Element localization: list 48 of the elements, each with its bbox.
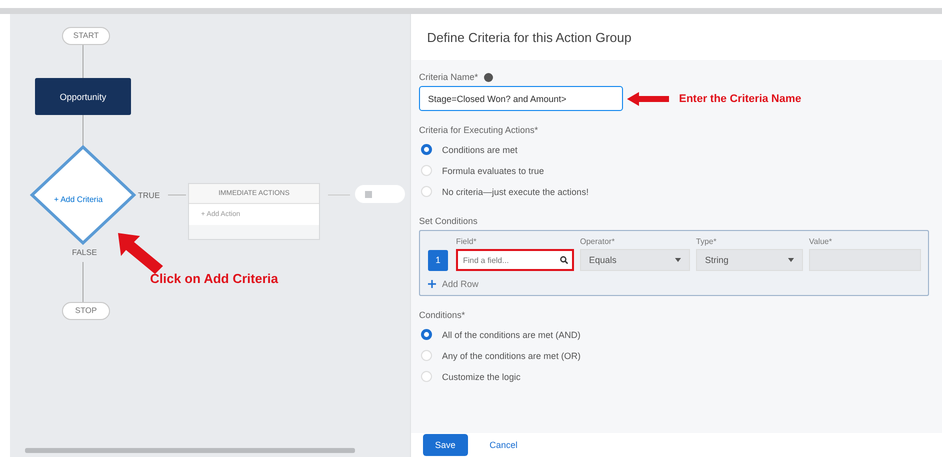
search-icon (560, 256, 568, 264)
annotation-arrow (627, 92, 669, 106)
radio-option[interactable]: Customize the logic (419, 366, 521, 387)
row-number: 1 (428, 250, 448, 270)
scheduled-node[interactable] (355, 185, 405, 203)
column-label: Field* (456, 237, 478, 248)
column-label: Type* (696, 237, 718, 248)
radio-option[interactable]: Any of the conditions are met (OR) (419, 345, 581, 366)
connector-line (328, 194, 350, 196)
stop-node: STOP (62, 302, 110, 320)
field-label: Set Conditions (419, 216, 479, 226)
field-label: Criteria for Executing Actions* (419, 125, 540, 135)
field-search[interactable]: Find a field... (456, 249, 574, 271)
cancel-button[interactable]: Cancel (486, 434, 522, 456)
false-label: FALSE (72, 248, 97, 257)
field-label: Conditions* (419, 310, 466, 320)
connector-line (82, 44, 84, 78)
value-field[interactable] (809, 249, 921, 271)
dropdown[interactable]: Equals (580, 249, 690, 271)
radio-option[interactable]: All of the conditions are met (AND) (419, 324, 581, 345)
column-label: Value* (809, 237, 833, 248)
plus-icon (428, 280, 436, 288)
calendar-icon (365, 190, 372, 198)
connector-line (82, 262, 84, 302)
radio-option[interactable]: No criteria—just execute the actions! (419, 181, 589, 202)
caret-icon (788, 258, 794, 262)
annotation-arrow (118, 233, 163, 274)
field-label: Criteria Name* (419, 72, 478, 82)
scrollbar[interactable] (25, 448, 355, 453)
save-button[interactable]: Save (423, 434, 468, 456)
caret-icon (675, 258, 681, 262)
start-node: START (62, 27, 110, 45)
annotation-text: Enter the Criteria Name (679, 92, 802, 104)
radio-option[interactable]: Formula evaluates to true (419, 160, 544, 181)
object-node[interactable]: Opportunity (35, 78, 131, 115)
true-label: TRUE (138, 191, 160, 200)
column-label: Operator* (580, 237, 616, 248)
info-icon (484, 72, 494, 82)
annotation-text: Click on Add Criteria (150, 271, 278, 286)
dropdown[interactable]: String (696, 249, 803, 271)
criteria-name-field[interactable]: Stage=Closed Won? and Amount> (419, 86, 623, 111)
add-criteria-link[interactable]: + Add Criteria (54, 195, 103, 204)
add-row-link[interactable]: Add Row (428, 279, 479, 289)
connector-line (168, 194, 186, 196)
decision-diamond[interactable] (30, 144, 136, 246)
radio-option[interactable]: Conditions are met (419, 139, 518, 160)
connector-line (82, 114, 84, 146)
panel-title: Define Criteria for this Action Group (426, 29, 632, 47)
